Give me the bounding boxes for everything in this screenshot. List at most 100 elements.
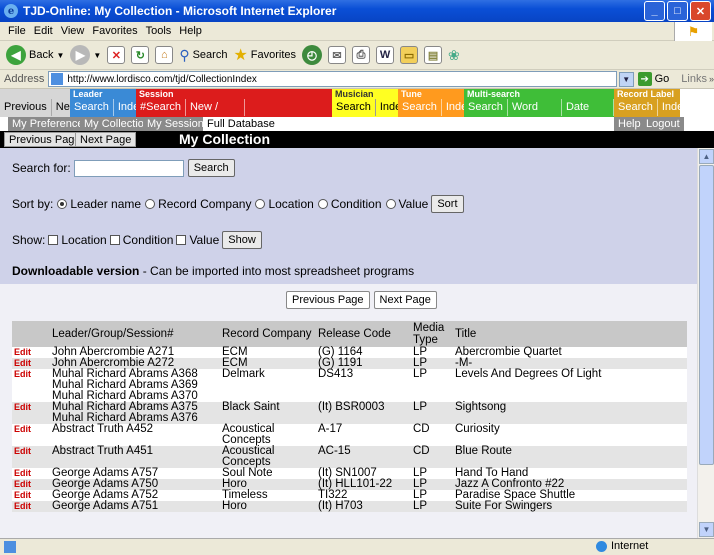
edit-link[interactable]: Edit [14,402,31,412]
pager-next-button[interactable]: Next Page [373,291,437,309]
menu-tools[interactable]: Tools [146,25,172,37]
close-button[interactable]: ✕ [690,1,711,21]
nav-tune-search[interactable]: Search [398,99,442,116]
edit-cell: Edit [12,424,50,446]
vertical-scrollbar[interactable]: ▲ ▼ [697,148,714,538]
toolbar: ◀ Back ▼ ▶ ▼ ✕ ↻ ⌂ ⚲ Search ★ Favorites … [0,41,714,70]
sort-radio-location[interactable] [255,199,266,209]
edit-link[interactable]: Edit [14,468,31,478]
nav-multi-word-search[interactable]: Word Search [508,99,562,130]
cell-media: LP [411,401,453,424]
leader-entry: George Adams A751 [52,500,159,512]
edit-link[interactable]: Edit [14,501,31,511]
nav-label-index[interactable]: Index [658,99,694,116]
menu-view[interactable]: View [61,25,85,37]
prev-page-button[interactable]: Previous Page [4,132,86,147]
menu-edit[interactable]: Edit [34,25,53,37]
edit-icon[interactable]: W [376,46,395,64]
cell-media: CD [411,445,453,468]
show-check-condition[interactable] [109,235,120,245]
sort-radio-company[interactable] [145,199,156,209]
go-arrow-icon[interactable]: ➔ [637,72,652,86]
scroll-down-icon[interactable]: ▼ [699,522,714,537]
sort-radio-value[interactable] [385,199,396,209]
col-media: Media Type [411,321,453,347]
globe-icon [596,540,607,552]
menu-favorites[interactable]: Favorites [92,25,137,37]
next-page-button[interactable]: Next Page [75,132,137,147]
nav-session-search[interactable]: #Search [136,99,186,116]
page-icon [51,73,64,85]
collection-table: Leader/Group/Session# Record Company Rel… [12,321,687,512]
nav-session-new[interactable]: New / Reissues [186,99,245,130]
edit-cell: Edit [12,402,50,424]
cell-title: Sightsong [453,401,687,424]
edit-link[interactable]: Edit [14,347,31,357]
sort-radio-leader[interactable] [57,199,68,209]
forward-button[interactable]: ▶ ▼ [70,45,101,65]
stop-icon[interactable]: ✕ [107,46,126,64]
nav-musician-search[interactable]: Search [332,99,376,116]
edit-link[interactable]: Edit [14,479,31,489]
cell-media: CD [411,423,453,446]
edit-link[interactable]: Edit [14,358,31,368]
nav-multi-date-search[interactable]: Date Search [562,99,614,130]
print-icon[interactable]: ⎙ [352,46,371,64]
downloadable-note: - Can be imported into most spreadsheet … [139,264,415,278]
edit-link[interactable]: Edit [14,446,31,456]
cell-media: LP [411,500,453,512]
nav-full-database[interactable]: Full Database [203,117,279,131]
cell-company: Acoustical Concepts [220,423,316,446]
nav-leader-search[interactable]: Search [70,99,114,116]
search-button[interactable]: ⚲ Search [179,47,227,64]
downloadable-link[interactable]: Downloadable version [12,264,139,278]
links-label[interactable]: Links [681,73,707,85]
search-submit-button[interactable]: Search [187,159,235,177]
messenger-icon[interactable]: ❀ [448,47,460,64]
address-input[interactable]: http://www.lordisco.com/tjd/CollectionIn… [48,71,617,87]
edit-link[interactable]: Edit [14,424,31,434]
edit-link[interactable]: Edit [14,369,31,379]
pager-prev-button[interactable]: Previous Page [286,291,370,309]
favorites-button[interactable]: ★ Favorites [233,45,296,65]
nav-group-record-label: Record Label Search Index [614,89,694,117]
go-button[interactable]: Go [655,73,670,85]
pager: Previous Page Next Page [286,291,437,309]
address-dropdown-icon[interactable]: ▼ [618,71,634,87]
refresh-icon[interactable]: ↻ [131,46,150,64]
nav-logout[interactable]: Logout [642,117,684,131]
chevron-right-icon[interactable]: » [709,74,714,84]
menu-file[interactable]: File [8,25,26,37]
scroll-thumb[interactable] [699,165,714,465]
search-input[interactable] [73,159,184,177]
sort-radio-condition[interactable] [317,199,328,209]
cell-company: Black Saint [220,401,316,424]
menu-help[interactable]: Help [179,25,202,37]
title-bar: e TJD-Online: My Collection - Microsoft … [0,0,714,22]
minimize-button[interactable]: _ [644,1,665,21]
window-title: TJD-Online: My Collection - Microsoft In… [23,4,337,18]
table-row: Edit Abstract Truth A452 Acoustical Concep… [12,423,687,446]
nav-label-search[interactable]: Search [614,99,658,116]
table-row: Edit Muhal Richard Abrams A368 Muhal Richa… [12,368,687,402]
show-button[interactable]: Show [222,231,262,249]
show-check-value[interactable] [176,235,187,245]
sort-button[interactable]: Sort [431,195,464,213]
edit-link[interactable]: Edit [14,490,31,500]
mail-icon[interactable]: ✉ [328,46,347,64]
back-button[interactable]: ◀ Back ▼ [6,45,64,65]
scroll-up-icon[interactable]: ▲ [699,149,714,164]
nav-help[interactable]: Help [614,117,645,131]
nav-previous[interactable]: Previous [0,99,52,116]
nav-multi-search[interactable]: Search [464,99,508,116]
nav-group-leader: Leader Search Index [70,89,150,117]
nav-group-session: Session #Search New / Reissues [136,89,245,130]
maximize-button[interactable]: □ [667,1,688,21]
folder-icon[interactable]: ▭ [400,46,419,64]
show-check-location[interactable] [48,235,59,245]
cell-release-code: (It) BSR0003 [316,401,411,424]
col-leader: Leader/Group/Session# [50,321,220,347]
history-icon[interactable]: ◴ [302,45,323,65]
research-icon[interactable]: ▤ [424,46,443,64]
home-icon[interactable]: ⌂ [155,46,174,64]
